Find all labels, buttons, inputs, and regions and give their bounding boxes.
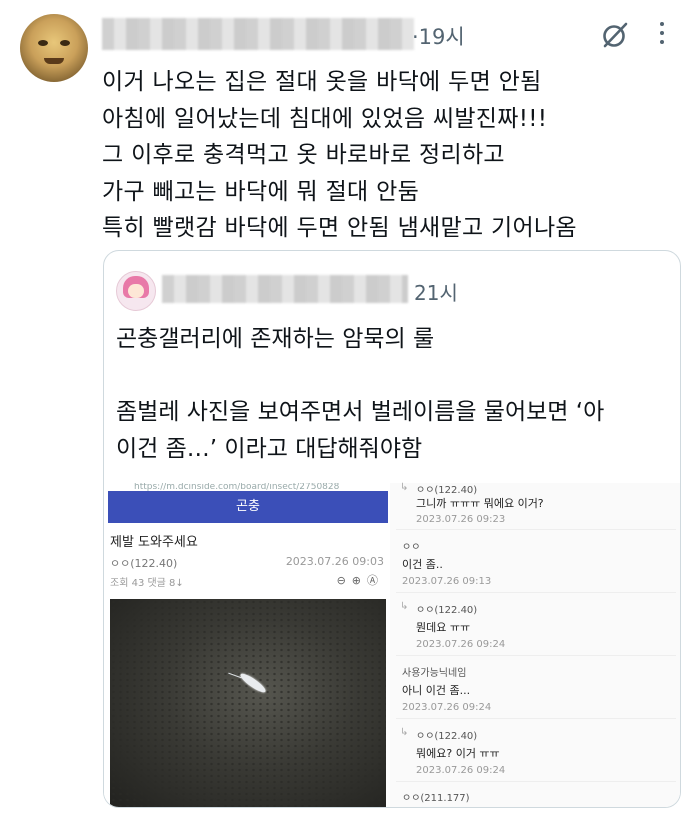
quoted-line: 곤충갤러리에 존재하는 암묵의 룰 (116, 326, 435, 352)
comment-date: 2023.07.26 09:24 (416, 765, 506, 776)
comment-nick: ㅇㅇ(211.177) (402, 793, 470, 804)
comment-row: ↳ ㅇㅇ(122.40) 뭐에요? 이거 ㅠㅠ 2023.07.26 09:24 (396, 719, 676, 782)
quoted-author-name-blurred[interactable] (162, 275, 408, 303)
post-date: 2023.07.26 09:03 (285, 555, 384, 568)
tweet-line: 가구 빼고는 바닥에 뭐 절대 안둠 (102, 178, 420, 205)
attached-screenshot-image[interactable]: https://m.dcinside.com/board/insect/2750… (104, 482, 680, 807)
screenshot-post-panel: https://m.dcinside.com/board/insect/2750… (104, 483, 390, 807)
reply-arrow-icon: ↳ (400, 727, 409, 738)
comment-date: 2023.07.26 09:13 (402, 576, 492, 587)
reply-arrow-icon: ↳ (400, 601, 409, 612)
comment-row: ㅇㅇ(211.177) (396, 782, 676, 807)
silverfish-photo (110, 599, 386, 807)
avatar-face (128, 284, 144, 298)
quoted-tweet-time[interactable]: 21시 (414, 277, 458, 306)
screenshot-comments-panel: ↳ ㅇㅇ(122.40) 그니까 ㅠㅠㅠ 뭐에요 이거? 2023.07.26 … (396, 482, 676, 807)
post-title: 제발 도와주세요 (110, 535, 198, 550)
tweet-text: 이거 나오는 집은 절대 옷을 바닥에 두면 안됨 아침에 일어났는데 침대에 … (102, 64, 682, 247)
screenshot-url: https://m.dcinside.com/board/insect/2750… (134, 483, 340, 491)
more-vertical-icon[interactable] (660, 22, 666, 49)
tweet-line: 아침에 일어났는데 침대에 있었음 씨발진짜!!! (102, 105, 548, 132)
comment-text: 뭐에요? 이거 ㅠㅠ (416, 747, 500, 760)
tweet-line: 그 이후로 충격먹고 옷 바로바로 정리하고 (102, 142, 505, 168)
quoted-author-avatar[interactable] (116, 271, 156, 311)
comment-row: 사용가능닉네임 아니 이건 좀... 2023.07.26 09:24 (396, 656, 676, 719)
zoom-tools-icon: ⊖⊕Ⓐ (336, 574, 384, 587)
tweet-time[interactable]: ·19시 (412, 21, 465, 51)
comment-nick: ㅇㅇ(122.40) (416, 605, 478, 616)
quoted-tweet-card[interactable]: 21시 곤충갤러리에 존재하는 암묵의 룰 좀벌레 사진을 보여주면서 벌레이름… (103, 250, 681, 808)
quoted-tweet-text: 곤충갤러리에 존재하는 암묵의 룰 좀벌레 사진을 보여주면서 벌레이름을 물어… (116, 321, 676, 467)
comment-nick: ㅇㅇ (402, 542, 421, 553)
comment-nick: ㅇㅇ(122.40) (416, 485, 478, 496)
author-name-blurred[interactable] (102, 18, 414, 50)
comment-nick: 사용가능닉네임 (402, 668, 467, 679)
comment-row: ↳ ㅇㅇ(122.40) 뭔데요 ㅠㅠ 2023.07.26 09:24 (396, 593, 676, 656)
silverfish-body (238, 671, 268, 695)
comment-text: 아니 이건 좀... (402, 684, 471, 697)
comment-text: 뭔데요 ㅠㅠ (416, 621, 471, 634)
grok-slash-circle-icon[interactable] (600, 20, 630, 50)
quoted-line (116, 358, 676, 395)
reply-arrow-icon: ↳ (400, 482, 409, 493)
author-avatar[interactable] (20, 14, 88, 82)
tweet-line: 이거 나오는 집은 절대 옷을 바닥에 두면 안됨 (102, 69, 542, 95)
avatar-eye (60, 40, 70, 46)
tweet-line: 특히 빨랫감 바닥에 두면 안됨 냄새맡고 기어나옴 (102, 215, 577, 241)
comment-date: 2023.07.26 09:23 (416, 514, 506, 525)
quoted-line: 좀벌레 사진을 보여주면서 벌레이름을 물어보면 ‘아 (116, 399, 605, 425)
avatar-mouth (44, 58, 64, 64)
comment-date: 2023.07.26 09:24 (402, 702, 492, 713)
comment-text: 이건 좀.. (402, 558, 443, 571)
comment-nick: ㅇㅇ(122.40) (416, 731, 478, 742)
comment-date: 2023.07.26 09:24 (416, 639, 506, 650)
post-stats: 조회 43 댓글 8↓ (110, 578, 184, 589)
post-author: ㅇㅇ(122.40) (110, 557, 178, 570)
quoted-line: 이건 좀…’ 이라고 대답해줘야함 (116, 435, 423, 462)
comment-row: ↳ ㅇㅇ(122.40) 그니까 ㅠㅠㅠ 뭐에요 이거? 2023.07.26 … (396, 482, 676, 530)
gallery-banner: 곤충 (108, 491, 388, 523)
comment-row: ㅇㅇ 이건 좀.. 2023.07.26 09:13 (396, 530, 676, 593)
comment-text: 그니까 ㅠㅠㅠ 뭐에요 이거? (416, 497, 544, 510)
avatar-eye (38, 40, 48, 46)
